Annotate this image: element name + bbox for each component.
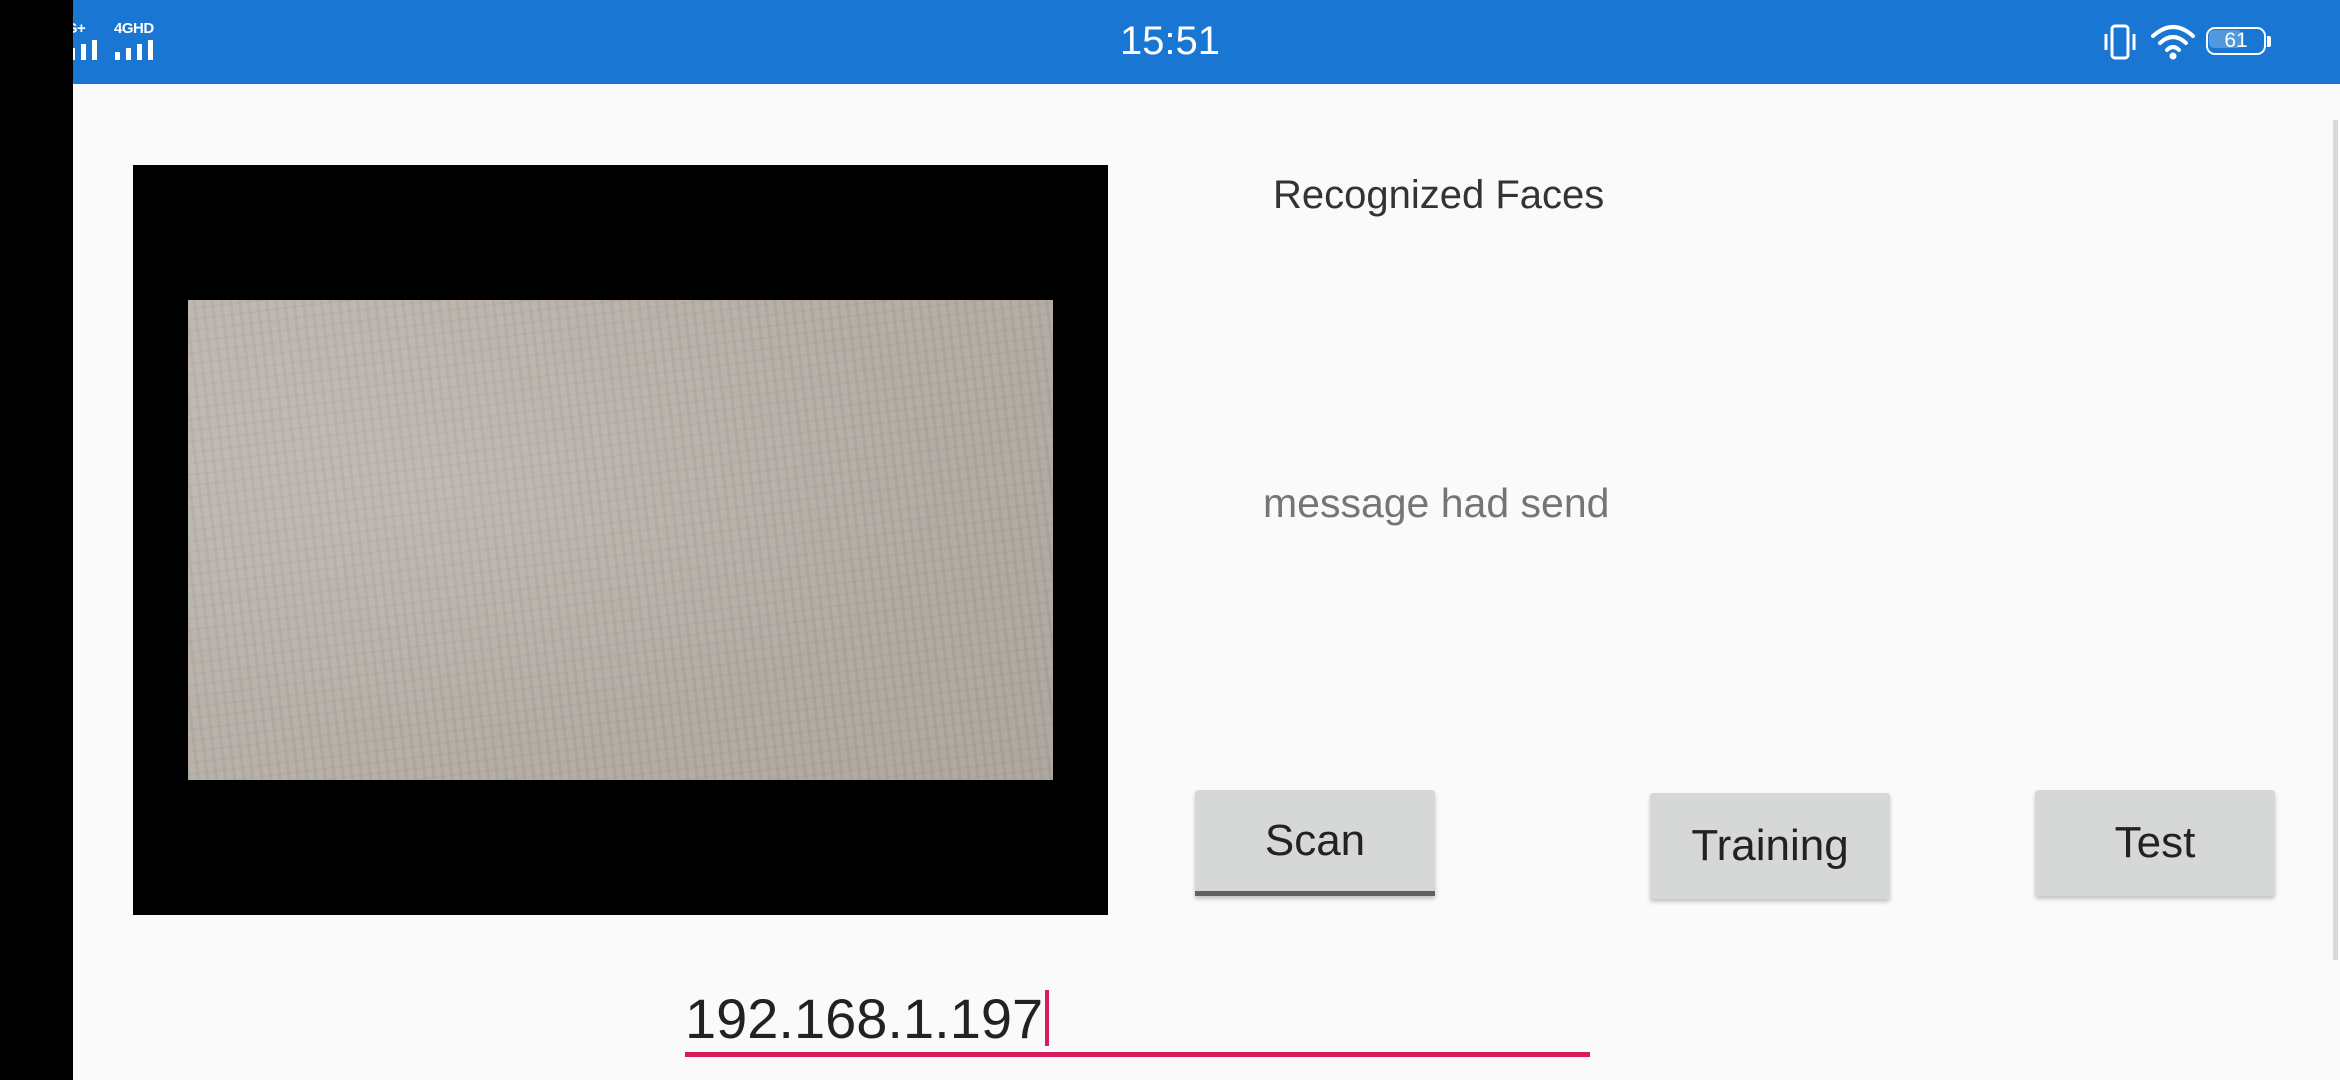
ip-address-underline [685, 1052, 1590, 1057]
ip-address-field[interactable]: 192.168.1.197 [685, 980, 1590, 1057]
network-type-label: 4GHD [114, 20, 154, 37]
battery-level-text: 61 [2224, 29, 2248, 52]
signal-strength-icon [115, 40, 153, 60]
camera-preview [133, 165, 1108, 915]
ip-address-value[interactable]: 192.168.1.197 [685, 987, 1043, 1050]
scan-button[interactable]: Scan [1195, 790, 1435, 896]
scrollbar[interactable] [2333, 120, 2338, 960]
battery-tip [2267, 36, 2271, 47]
recognized-faces-title: Recognized Faces [1273, 173, 1605, 217]
wifi-icon [2151, 25, 2195, 60]
status-message: message had send [1263, 480, 1610, 526]
status-bar: 4G+ 4GHD 15:51 61 [0, 0, 2340, 84]
status-clock: 15:51 [1119, 19, 1221, 63]
ip-address-input-wrapper[interactable]: 192.168.1.197 [685, 986, 1050, 1051]
camera-feed-image [188, 300, 1053, 780]
text-cursor [1045, 990, 1050, 1046]
network-indicator-4ghd: 4GHD [114, 20, 164, 60]
battery-icon: 61 [2206, 27, 2272, 57]
left-edge-strip [0, 0, 73, 1080]
training-button[interactable]: Training [1650, 793, 1890, 899]
vibrate-icon [2104, 24, 2136, 60]
test-button[interactable]: Test [2035, 790, 2275, 896]
